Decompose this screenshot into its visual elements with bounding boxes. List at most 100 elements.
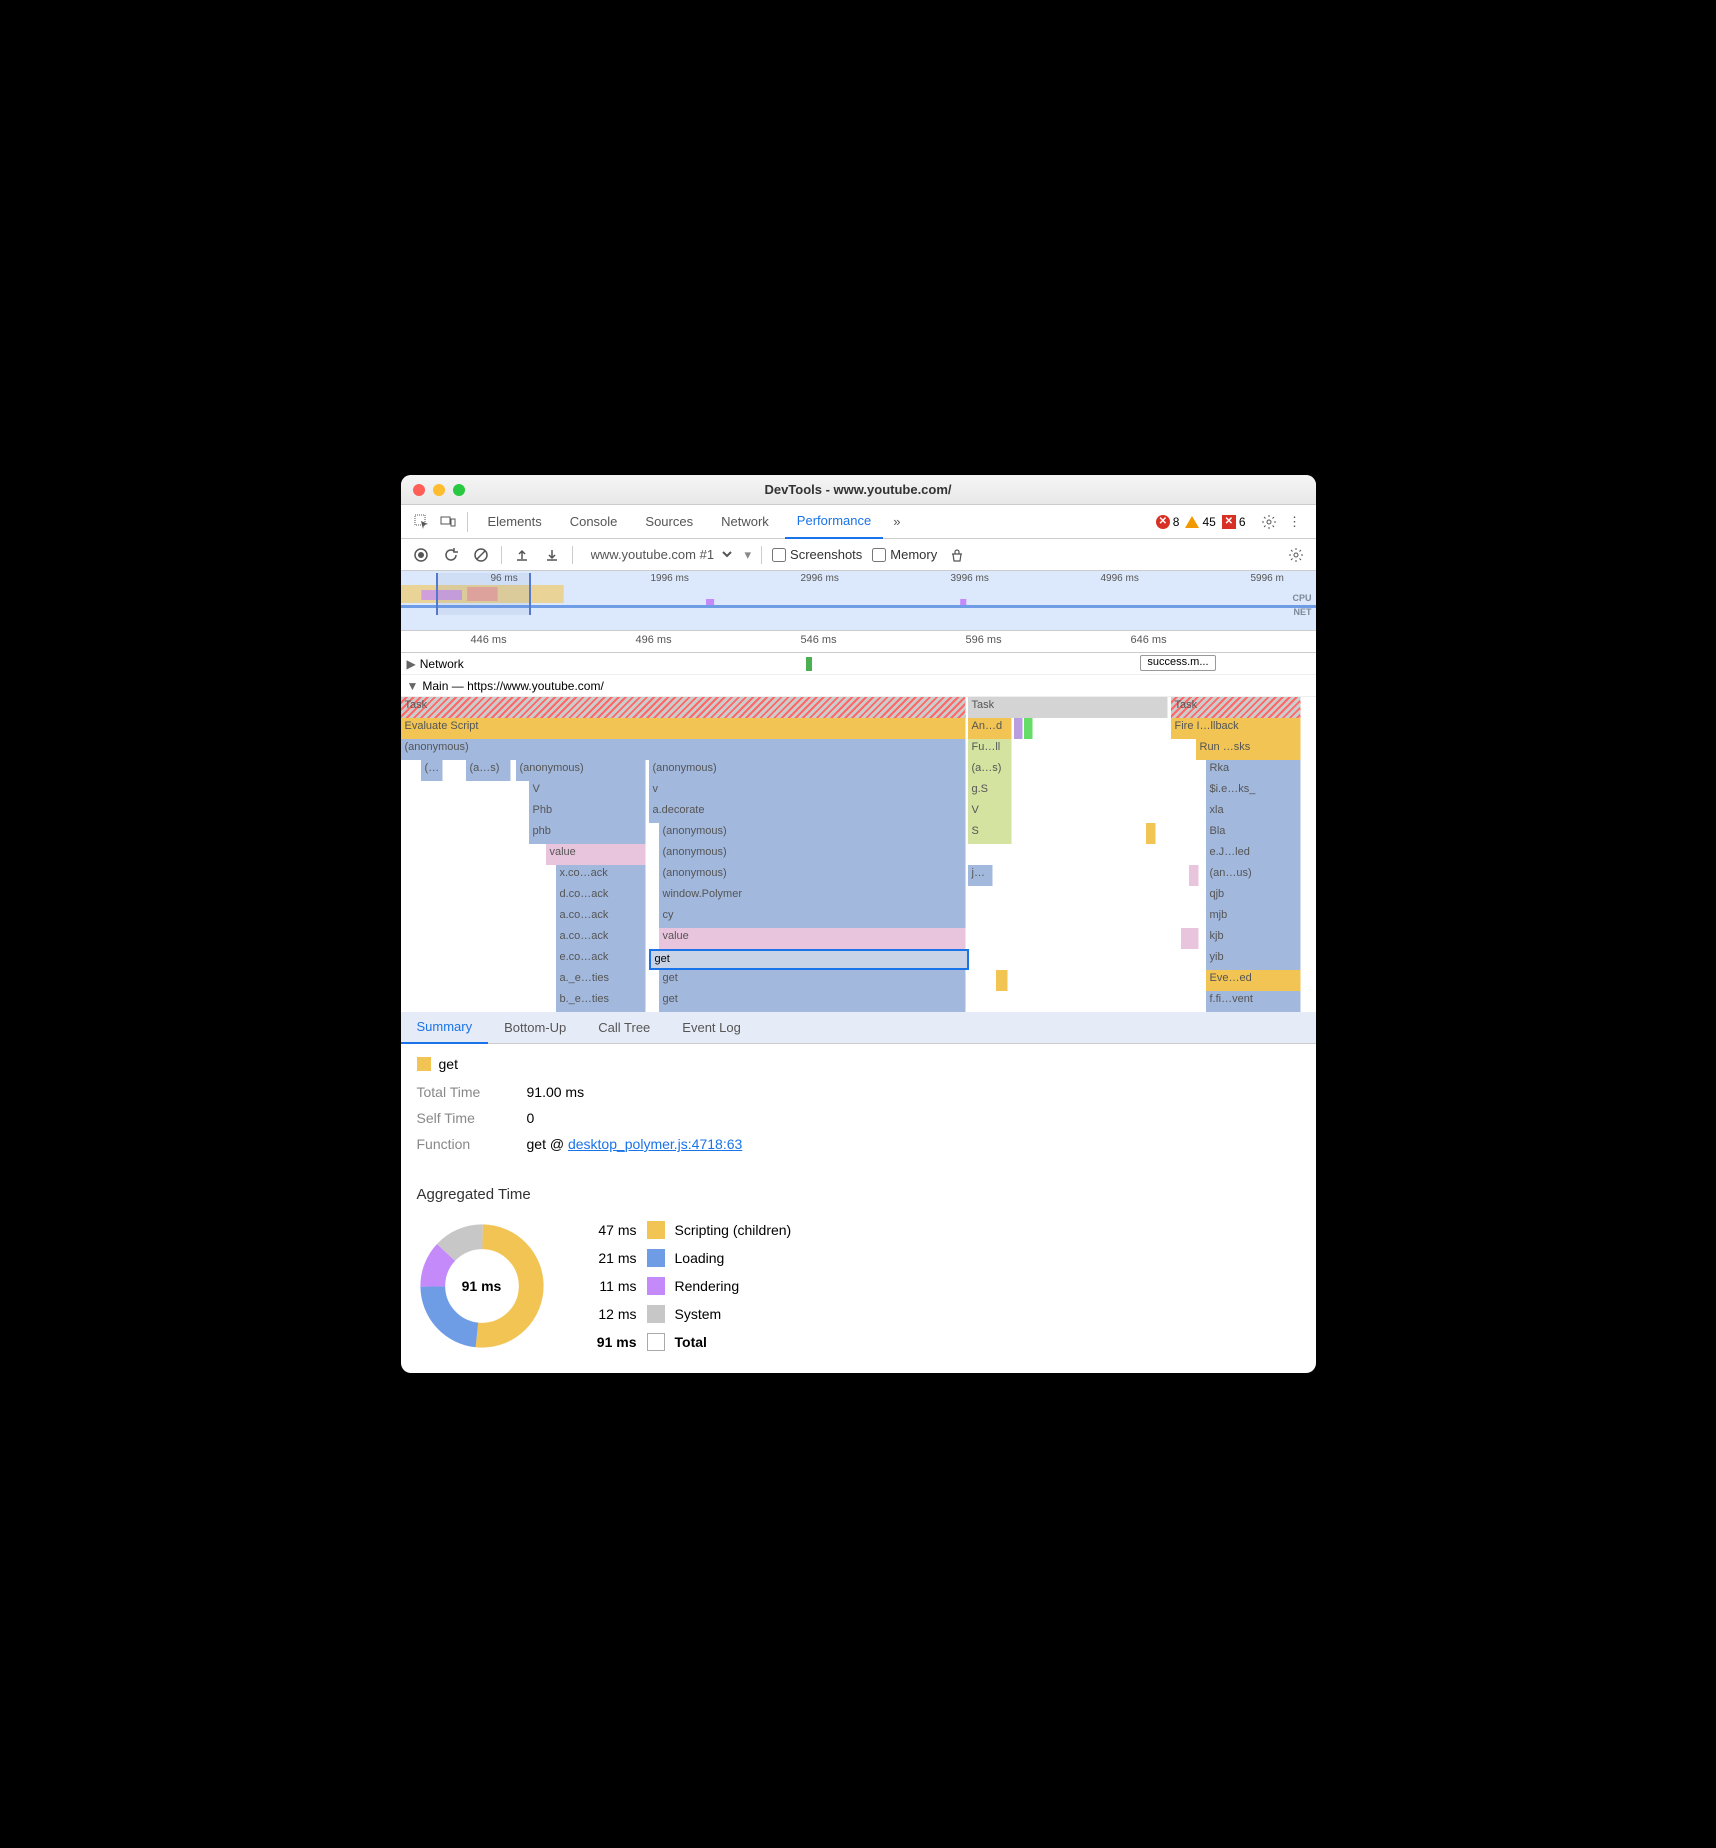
- flame-frame[interactable]: e.J…led: [1206, 844, 1301, 865]
- flame-frame[interactable]: a.co…ack: [556, 907, 646, 928]
- screenshots-checkbox[interactable]: Screenshots: [772, 547, 862, 562]
- flame-frame[interactable]: [1181, 928, 1199, 949]
- tab-network[interactable]: Network: [709, 505, 781, 539]
- flame-frame[interactable]: Phb: [529, 802, 646, 823]
- target-select[interactable]: www.youtube.com #1: [583, 544, 735, 565]
- flame-frame[interactable]: yib: [1206, 949, 1301, 970]
- flame-frame[interactable]: [1014, 718, 1023, 739]
- total-time-value: 91.00 ms: [527, 1084, 585, 1100]
- flame-frame[interactable]: Fire I…llback: [1171, 718, 1301, 739]
- flame-frame[interactable]: (anonymous): [659, 865, 966, 886]
- main-track-header[interactable]: ▼ Main — https://www.youtube.com/: [401, 675, 1316, 697]
- flame-frame[interactable]: a.decorate: [649, 802, 966, 823]
- capture-settings-icon[interactable]: [1286, 545, 1306, 565]
- warnings-badge[interactable]: 45: [1185, 515, 1215, 529]
- flame-frame[interactable]: [1189, 865, 1199, 886]
- more-tabs-icon[interactable]: »: [887, 514, 906, 529]
- tab-sources[interactable]: Sources: [633, 505, 705, 539]
- flame-frame[interactable]: (a…s): [466, 760, 511, 781]
- flame-frame[interactable]: e.co…ack: [556, 949, 646, 970]
- flame-frame[interactable]: window.Polymer: [659, 886, 966, 907]
- reload-button[interactable]: [441, 545, 461, 565]
- close-button[interactable]: [413, 484, 425, 496]
- flame-frame[interactable]: a._e…ties: [556, 970, 646, 991]
- flame-frame[interactable]: cy: [659, 907, 966, 928]
- flame-frame[interactable]: An…d: [968, 718, 1012, 739]
- tab-elements[interactable]: Elements: [476, 505, 554, 539]
- detail-tabs: Summary Bottom-Up Call Tree Event Log: [401, 1012, 1316, 1044]
- collapse-arrow-icon[interactable]: ▼: [407, 679, 419, 693]
- flame-frame[interactable]: V: [529, 781, 646, 802]
- subtab-summary[interactable]: Summary: [401, 1012, 489, 1044]
- tab-console[interactable]: Console: [558, 505, 630, 539]
- flame-frame[interactable]: kjb: [1206, 928, 1301, 949]
- flame-frame[interactable]: [1024, 718, 1033, 739]
- flame-frame[interactable]: (an…us): [1206, 865, 1301, 886]
- network-resource[interactable]: success.m...: [1140, 655, 1215, 671]
- summary-panel: get Total Time 91.00 ms Self Time 0 Func…: [401, 1044, 1316, 1174]
- flame-frame[interactable]: Rka: [1206, 760, 1301, 781]
- flame-frame[interactable]: phb: [529, 823, 646, 844]
- flame-frame[interactable]: Fu…ll: [968, 739, 1012, 760]
- flame-frame[interactable]: (a…s): [968, 760, 1012, 781]
- flame-frame[interactable]: value: [546, 844, 646, 865]
- flame-task[interactable]: Task: [401, 697, 966, 718]
- download-button[interactable]: [542, 545, 562, 565]
- subtab-calltree[interactable]: Call Tree: [582, 1012, 666, 1044]
- flame-frame[interactable]: V: [968, 802, 1012, 823]
- flame-frame[interactable]: $i.e…ks_: [1206, 781, 1301, 802]
- flame-frame[interactable]: [996, 970, 1008, 991]
- flame-frame[interactable]: d.co…ack: [556, 886, 646, 907]
- flame-frame[interactable]: xla: [1206, 802, 1301, 823]
- subtab-eventlog[interactable]: Event Log: [666, 1012, 757, 1044]
- maximize-button[interactable]: [453, 484, 465, 496]
- time-ruler[interactable]: 446 ms 496 ms 546 ms 596 ms 646 ms: [401, 631, 1316, 653]
- flame-frame[interactable]: (anonymous): [516, 760, 646, 781]
- flame-frame[interactable]: get: [659, 970, 966, 991]
- device-icon[interactable]: [437, 511, 459, 533]
- flame-frame[interactable]: (anonymous): [659, 823, 966, 844]
- tab-performance[interactable]: Performance: [785, 505, 883, 539]
- memory-checkbox[interactable]: Memory: [872, 547, 937, 562]
- flame-frame-selected[interactable]: get: [649, 949, 969, 970]
- flame-frame[interactable]: (anonymous): [659, 844, 966, 865]
- clear-button[interactable]: [471, 545, 491, 565]
- record-button[interactable]: [411, 545, 431, 565]
- kebab-icon[interactable]: ⋮: [1284, 511, 1306, 533]
- flame-frame[interactable]: (…: [421, 760, 443, 781]
- flame-frame[interactable]: Evaluate Script: [401, 718, 966, 739]
- flame-frame[interactable]: S: [968, 823, 1012, 844]
- flame-task[interactable]: Task: [1171, 697, 1301, 718]
- flame-frame[interactable]: b._e…ties: [556, 991, 646, 1012]
- flame-frame[interactable]: f.fi…vent: [1206, 991, 1301, 1012]
- minimize-button[interactable]: [433, 484, 445, 496]
- expand-arrow-icon[interactable]: ▶: [407, 657, 416, 671]
- flame-frame[interactable]: a.co…ack: [556, 928, 646, 949]
- errors-badge[interactable]: ✕8: [1156, 515, 1180, 529]
- flame-frame[interactable]: Bla: [1206, 823, 1301, 844]
- flame-frame[interactable]: (anonymous): [401, 739, 966, 760]
- flame-frame[interactable]: get: [659, 991, 966, 1012]
- flame-frame[interactable]: [1146, 823, 1156, 844]
- subtab-bottomup[interactable]: Bottom-Up: [488, 1012, 582, 1044]
- xerrors-badge[interactable]: ✕6: [1222, 515, 1246, 529]
- function-source-link[interactable]: desktop_polymer.js:4718:63: [568, 1136, 742, 1152]
- flame-frame[interactable]: value: [659, 928, 966, 949]
- flame-frame[interactable]: x.co…ack: [556, 865, 646, 886]
- overview-minimap[interactable]: 96 ms 1996 ms 2996 ms 3996 ms 4996 ms 59…: [401, 571, 1316, 631]
- flame-frame[interactable]: mjb: [1206, 907, 1301, 928]
- flame-frame[interactable]: v: [649, 781, 966, 802]
- upload-button[interactable]: [512, 545, 532, 565]
- settings-icon[interactable]: [1258, 511, 1280, 533]
- flame-frame[interactable]: Eve…ed: [1206, 970, 1301, 991]
- flame-task[interactable]: Task: [968, 697, 1168, 718]
- flame-chart[interactable]: Task Task Task Evaluate Script An…d Fire…: [401, 697, 1316, 1012]
- flame-frame[interactable]: (anonymous): [649, 760, 966, 781]
- flame-frame[interactable]: qjb: [1206, 886, 1301, 907]
- flame-frame[interactable]: j…: [968, 865, 993, 886]
- flame-frame[interactable]: g.S: [968, 781, 1012, 802]
- network-track[interactable]: ▶ Network success.m...: [401, 653, 1316, 675]
- flame-frame[interactable]: Run …sks: [1196, 739, 1301, 760]
- gc-button[interactable]: [947, 545, 967, 565]
- inspect-icon[interactable]: [411, 511, 433, 533]
